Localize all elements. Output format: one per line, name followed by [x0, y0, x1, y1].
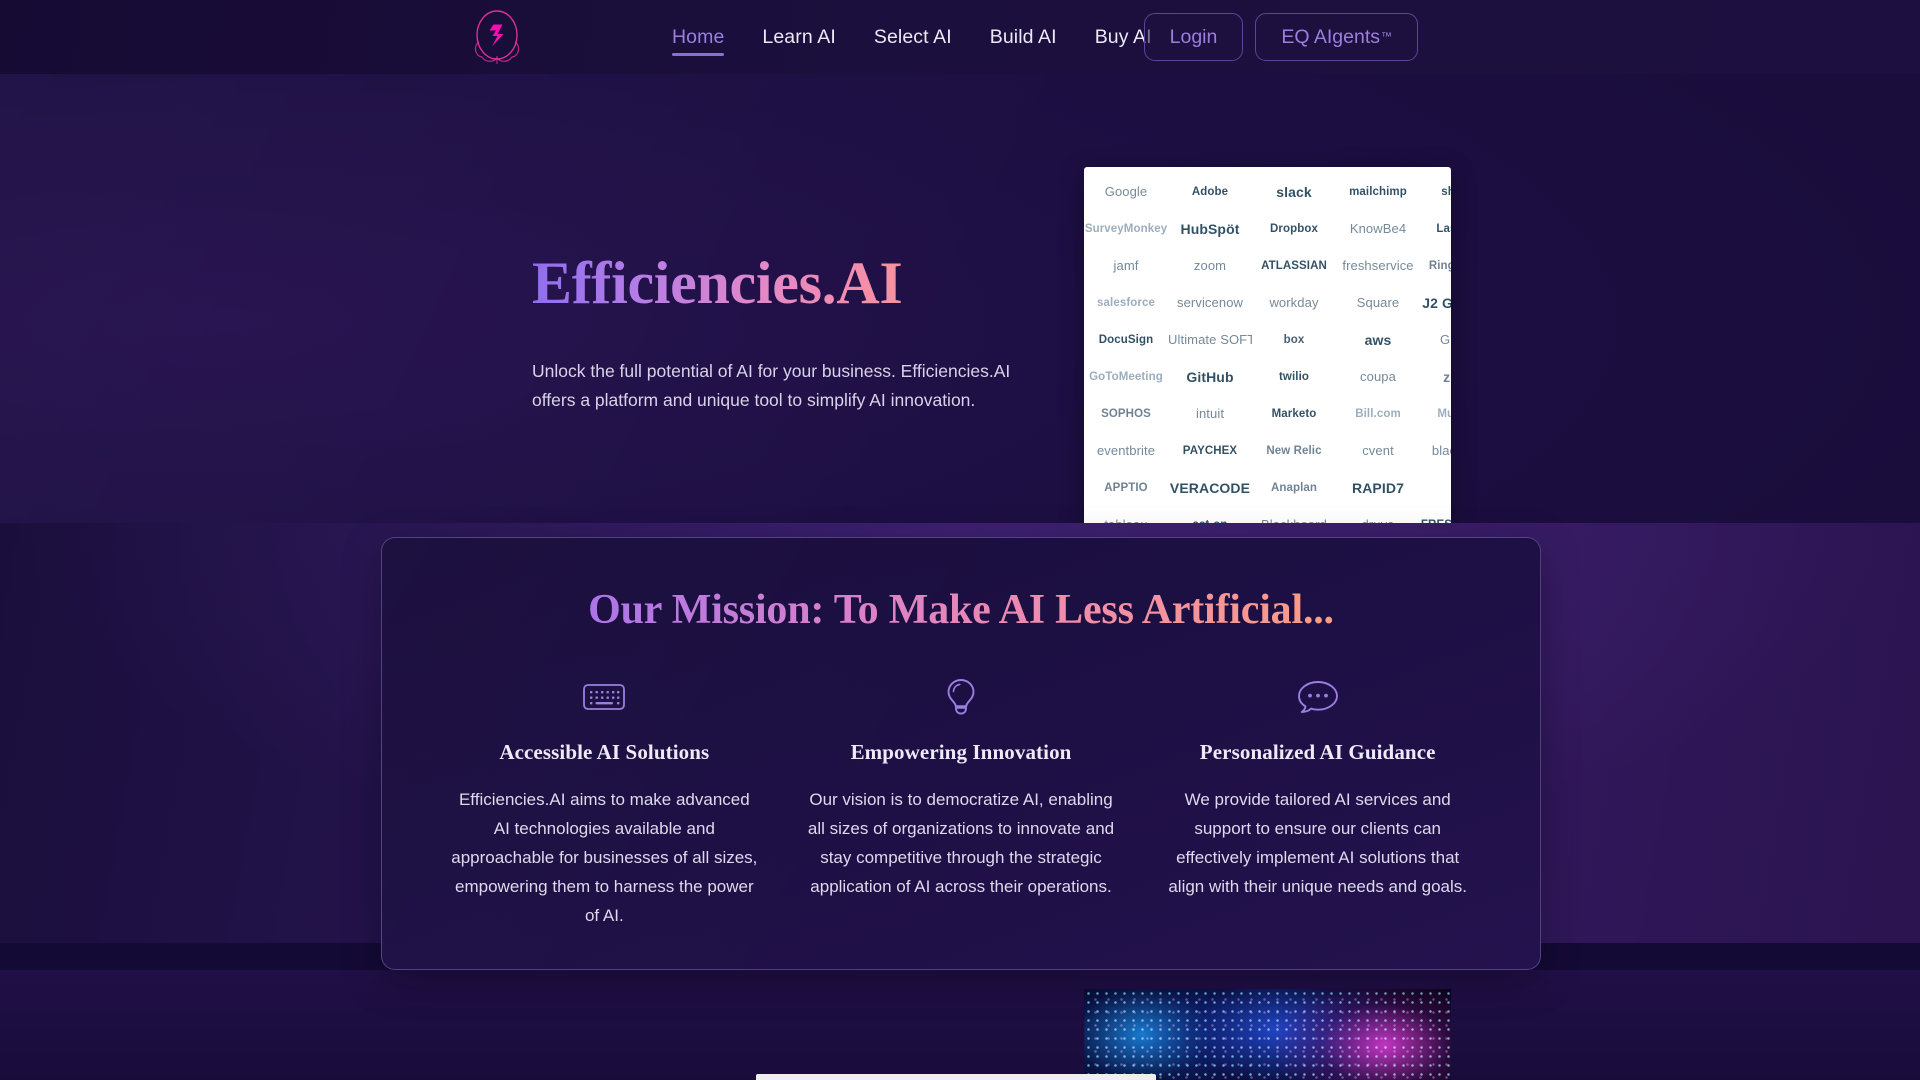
logo-item: ATLASSIAN	[1261, 259, 1327, 272]
logo-item: blackbaud	[1431, 443, 1451, 458]
logo-row: GoToMeeting GitHub twilio coupa zuora Ad…	[1084, 358, 1451, 395]
feature-body: Our vision is to democratize AI, enablin…	[807, 790, 1115, 896]
eq-aigents-button[interactable]: EQ AIgents ™	[1255, 13, 1418, 61]
logo-row: jamf zoom ATLASSIAN freshservice RingCen…	[1084, 247, 1451, 284]
nav-actions: Login EQ AIgents ™	[1143, 13, 1418, 61]
lightbulb-icon	[807, 674, 1116, 720]
logo-item: New Relic	[1266, 444, 1322, 457]
logo-row: Google Adobe slack mailchimp shopify	[1084, 173, 1451, 210]
logo-item: MuleSoft	[1437, 407, 1451, 420]
logo-item: Bill.com	[1355, 407, 1401, 420]
logo-item: Square	[1356, 295, 1400, 310]
login-button-label: Login	[1169, 25, 1218, 48]
logo-item: GoToMeeting	[1089, 370, 1163, 383]
feature-cards-row: Accessible AI Solutions Efficiencies.AI …	[382, 674, 1540, 930]
mission-card: Our Mission: To Make AI Less Artificial.…	[381, 537, 1541, 970]
logo-item: Marketo	[1271, 407, 1317, 420]
eq-aigents-label: EQ AIgents	[1281, 25, 1380, 48]
logo-item: servicenow	[1176, 295, 1244, 310]
partner-logo-grid: Google Adobe slack mailchimp shopify Sur…	[1084, 173, 1451, 524]
feature-title: Personalized AI Guidance	[1199, 740, 1436, 764]
logo-item: G Suite	[1439, 332, 1451, 347]
logo-item: RAPID7	[1352, 479, 1404, 496]
feature-card-empowering-innovation: Empowering Innovation Our vision is to d…	[783, 674, 1140, 930]
logo-item: eventbrite	[1096, 443, 1156, 458]
logo-row: DocuSign Ultimate SOFTWARE box aws G Sui…	[1084, 321, 1451, 358]
bottom-section	[0, 970, 1920, 1080]
chat-bubble-icon	[1163, 674, 1472, 720]
logo-item: LastPass	[1436, 222, 1451, 235]
login-button[interactable]: Login	[1143, 13, 1244, 61]
logo-item: zoom	[1193, 258, 1227, 273]
logo-item: VERACODE	[1169, 479, 1251, 496]
hero-section: Efficiencies.AI Unlock the full potentia…	[0, 74, 1920, 523]
logo-item: freshservice	[1342, 258, 1414, 273]
page-root: Home Learn AI Select AI Build AI Buy AI …	[0, 0, 1920, 1080]
logo-item: cvent	[1362, 443, 1394, 458]
brand-logo[interactable]	[464, 4, 530, 70]
logo-item: jamf	[1113, 258, 1139, 273]
logo-row: salesforce servicenow workday Square J2 …	[1084, 284, 1451, 321]
logo-item: PAYCHEX	[1182, 444, 1238, 457]
logo-item: J2 GLOBAL	[1422, 294, 1451, 311]
bottom-page-strip	[756, 1074, 1156, 1080]
logo-item: zuora	[1443, 368, 1451, 385]
logo-row: tableau act-on Blackboard druva FRESHBOO…	[1084, 506, 1451, 523]
logo-item: box	[1283, 333, 1305, 346]
logo-item: SurveyMonkey	[1084, 222, 1168, 235]
logo-row: SOPHOS intuit Marketo Bill.com MuleSoft …	[1084, 395, 1451, 432]
logo-item: HubSpöt	[1180, 220, 1240, 237]
brain-e-logo-icon	[474, 10, 520, 64]
hero-text-block: Efficiencies.AI Unlock the full potentia…	[532, 252, 1032, 415]
nav-links: Home Learn AI Select AI Build AI Buy AI	[653, 0, 1171, 74]
logo-item: workday	[1269, 295, 1319, 310]
logo-item: salesforce	[1097, 296, 1155, 309]
logo-item: intuit	[1195, 406, 1225, 421]
nav-link-build-ai[interactable]: Build AI	[971, 0, 1076, 74]
logo-row: APPTIO VERACODE Anaplan RAPID7 Go	[1084, 469, 1451, 506]
logo-row: SurveyMonkey HubSpöt Dropbox KnowBe4 Las…	[1084, 210, 1451, 247]
keyboard-icon	[450, 674, 759, 720]
feature-title: Accessible AI Solutions	[499, 740, 710, 764]
abstract-network-visual	[1084, 989, 1451, 1080]
partner-logo-grid-card: Google Adobe slack mailchimp shopify Sur…	[1084, 167, 1451, 523]
top-navigation-bar: Home Learn AI Select AI Build AI Buy AI …	[0, 0, 1920, 74]
logo-item: Go	[1420, 482, 1451, 494]
logo-item: twilio	[1279, 370, 1309, 383]
logo-item: GitHub	[1186, 368, 1234, 385]
feature-card-accessible-ai-solutions: Accessible AI Solutions Efficiencies.AI …	[426, 674, 783, 930]
logo-row: eventbrite PAYCHEX New Relic cvent black…	[1084, 432, 1451, 469]
logo-item: APPTIO	[1104, 481, 1148, 494]
trademark-symbol: ™	[1381, 31, 1392, 43]
logo-item: SOPHOS	[1101, 407, 1151, 420]
hero-subtitle: Unlock the full potential of AI for your…	[532, 361, 1011, 410]
nav-link-learn-ai[interactable]: Learn AI	[743, 0, 854, 74]
logo-item: DocuSign	[1098, 333, 1154, 346]
logo-item: KnowBe4	[1349, 221, 1407, 236]
network-visual-dots	[1084, 989, 1451, 1080]
logo-item: Dropbox	[1270, 222, 1318, 235]
logo-item: slack	[1276, 183, 1312, 200]
logo-item: Anaplan	[1270, 481, 1318, 494]
feature-body: Efficiencies.AI aims to make advanced AI…	[451, 790, 758, 925]
feature-title: Empowering Innovation	[850, 740, 1072, 764]
feature-card-personalized-ai-guidance: Personalized AI Guidance We provide tail…	[1139, 674, 1496, 930]
logo-item: coupa	[1360, 369, 1396, 384]
logo-item: aws	[1364, 331, 1392, 348]
logo-item: mailchimp	[1349, 185, 1407, 198]
feature-body: We provide tailored AI services and supp…	[1168, 790, 1467, 896]
logo-item: Adobe	[1191, 185, 1229, 198]
logo-item: Ultimate SOFTWARE	[1168, 332, 1252, 347]
nav-link-home[interactable]: Home	[653, 0, 743, 74]
nav-link-select-ai[interactable]: Select AI	[855, 0, 971, 74]
logo-item: RingCentral	[1428, 259, 1451, 272]
mission-title: Our Mission: To Make AI Less Artificial.…	[382, 586, 1540, 634]
page-title: Efficiencies.AI	[532, 252, 1032, 315]
logo-item: Google	[1104, 184, 1148, 199]
logo-item: shopify	[1441, 185, 1451, 198]
